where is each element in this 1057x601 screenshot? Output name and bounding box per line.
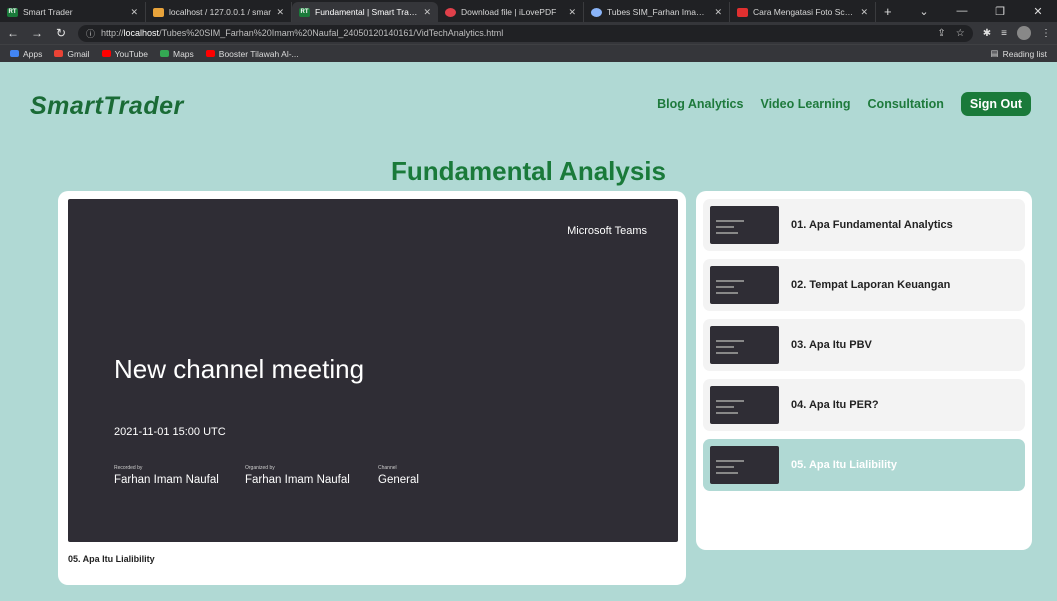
video-playlist: 01. Apa Fundamental Analytics 02. Tempat… xyxy=(696,191,1032,550)
browser-tab[interactable]: Tubes SIM_Farhan Imam N ✕ xyxy=(584,2,730,22)
reading-mode-icon[interactable]: ≡ xyxy=(1001,28,1007,39)
sign-out-button[interactable]: Sign Out xyxy=(960,92,1031,116)
reading-list-icon: ▤ xyxy=(990,48,999,58)
menu-icon[interactable]: ⋮ xyxy=(1041,28,1051,39)
tab-favicon-icon xyxy=(445,7,456,17)
browser-tab[interactable]: Download file | iLovePDF ✕ xyxy=(438,2,584,22)
bookmark-apps[interactable]: Apps xyxy=(10,49,42,59)
close-icon[interactable]: ✕ xyxy=(568,7,576,18)
video-thumbnail xyxy=(710,386,779,424)
playlist-item-title: 04. Apa Itu PER? xyxy=(791,399,879,411)
tab-favicon-icon: RT xyxy=(299,7,310,17)
close-window-icon[interactable]: ✕ xyxy=(1019,5,1057,18)
nav-video-learning[interactable]: Video Learning xyxy=(760,97,850,111)
playlist-item[interactable]: 04. Apa Itu PER? xyxy=(703,379,1025,431)
tab-favicon-icon xyxy=(153,7,164,17)
bookmark-booster[interactable]: Booster Tilawah Al-... xyxy=(205,49,299,59)
page-content: SmartTrader Blog Analytics Video Learnin… xyxy=(0,62,1057,601)
maximize-icon[interactable]: ❐ xyxy=(981,5,1019,18)
forward-icon[interactable]: → xyxy=(30,26,44,40)
tab-favicon-icon xyxy=(737,7,748,17)
star-icon[interactable]: ☆ xyxy=(956,28,965,39)
page-title: Fundamental Analysis xyxy=(391,156,666,186)
video-app-label: Microsoft Teams xyxy=(567,225,647,237)
browser-tab-active[interactable]: RT Fundamental | Smart Trader ✕ xyxy=(292,2,438,22)
youtube-icon xyxy=(205,50,215,57)
browser-tab[interactable]: localhost / 127.0.0.1 / smar ✕ xyxy=(146,2,292,22)
reading-list-button[interactable]: ▤ Reading list xyxy=(991,48,1047,59)
playlist-item-title: 03. Apa Itu PBV xyxy=(791,339,872,351)
close-icon[interactable]: ✕ xyxy=(130,7,138,18)
video-thumbnail xyxy=(710,326,779,364)
new-tab-icon[interactable]: + xyxy=(876,2,900,22)
meeting-title: New channel meeting xyxy=(114,354,365,384)
bookmarks-bar: Apps Gmail YouTube Maps Booster Tilawah … xyxy=(0,44,1057,62)
nav-consultation[interactable]: Consultation xyxy=(868,97,944,111)
close-icon[interactable]: ✕ xyxy=(423,7,431,18)
browser-tab[interactable]: Cara Mengatasi Foto Scree ✕ xyxy=(730,2,876,22)
playlist-item[interactable]: 02. Tempat Laporan Keuangan xyxy=(703,259,1025,311)
tab-favicon-icon xyxy=(591,7,602,17)
browser-tab[interactable]: RT Smart Trader ✕ xyxy=(0,2,146,22)
bookmark-youtube[interactable]: YouTube xyxy=(101,49,148,59)
playlist-item-title: 02. Tempat Laporan Keuangan xyxy=(791,279,951,291)
close-icon[interactable]: ✕ xyxy=(860,7,868,18)
window-controls: ⌄ — ❐ ✕ xyxy=(905,0,1057,22)
address-bar-row: ← → ↻ ⓘ http://localhost/Tubes%20SIM_Far… xyxy=(0,22,1057,44)
site-logo[interactable]: SmartTrader xyxy=(30,92,184,121)
tab-title: Cara Mengatasi Foto Scree xyxy=(753,7,856,17)
playlist-item[interactable]: 03. Apa Itu PBV xyxy=(703,319,1025,371)
channel: Channel General xyxy=(378,465,419,486)
recorded-by: Recorded by Farhan Imam Naufal xyxy=(114,465,219,486)
close-icon[interactable]: ✕ xyxy=(714,7,722,18)
video-player-card: Microsoft Teams New channel meeting 2021… xyxy=(58,191,686,585)
profile-avatar-icon[interactable] xyxy=(1017,26,1031,40)
minimize-icon[interactable]: — xyxy=(943,5,981,17)
reload-icon[interactable]: ↻ xyxy=(54,26,68,40)
playlist-item-title: 01. Apa Fundamental Analytics xyxy=(791,219,953,231)
video-caption: 05. Apa Itu Lialibility xyxy=(68,554,155,564)
close-icon[interactable]: ✕ xyxy=(276,7,284,18)
share-icon[interactable]: ⇪ xyxy=(937,28,945,39)
bookmark-gmail[interactable]: Gmail xyxy=(54,49,90,59)
back-icon[interactable]: ← xyxy=(6,26,20,40)
playlist-item-active[interactable]: 05. Apa Itu Lialibility xyxy=(703,439,1025,491)
url-text: http://localhost/Tubes%20SIM_Farhan%20Im… xyxy=(101,28,504,38)
browser-tab-bar: RT Smart Trader ✕ localhost / 127.0.0.1 … xyxy=(0,0,1057,22)
organized-by: Organized by Farhan Imam Naufal xyxy=(245,465,350,486)
nav-blog-analytics[interactable]: Blog Analytics xyxy=(657,97,743,111)
playlist-item-title: 05. Apa Itu Lialibility xyxy=(791,459,897,471)
youtube-icon xyxy=(101,50,111,57)
tab-title: Download file | iLovePDF xyxy=(461,7,557,17)
site-nav: Blog Analytics Video Learning Consultati… xyxy=(657,92,1031,116)
tab-search-icon[interactable]: ⌄ xyxy=(905,5,943,18)
maps-icon xyxy=(159,50,169,57)
tab-title: Tubes SIM_Farhan Imam N xyxy=(607,7,710,17)
video-thumbnail xyxy=(710,206,779,244)
extensions-area: ✱ ≡ ⋮ xyxy=(983,26,1051,40)
tab-title: Smart Trader xyxy=(23,7,73,17)
info-icon[interactable]: ⓘ xyxy=(86,27,95,40)
extensions-icon[interactable]: ✱ xyxy=(983,28,991,39)
tab-title: localhost / 127.0.0.1 / smar xyxy=(169,7,272,17)
meeting-date: 2021-11-01 15:00 UTC xyxy=(114,426,226,438)
tab-title: Fundamental | Smart Trader xyxy=(315,7,419,17)
gmail-icon xyxy=(54,50,64,57)
url-input[interactable]: ⓘ http://localhost/Tubes%20SIM_Farhan%20… xyxy=(78,24,973,42)
video-thumbnail xyxy=(710,266,779,304)
video-thumbnail xyxy=(710,446,779,484)
playlist-item[interactable]: 01. Apa Fundamental Analytics xyxy=(703,199,1025,251)
bookmark-maps[interactable]: Maps xyxy=(159,49,194,59)
apps-grid-icon xyxy=(10,50,19,57)
tab-favicon-icon: RT xyxy=(7,7,18,17)
video-player[interactable]: Microsoft Teams New channel meeting 2021… xyxy=(68,199,678,542)
